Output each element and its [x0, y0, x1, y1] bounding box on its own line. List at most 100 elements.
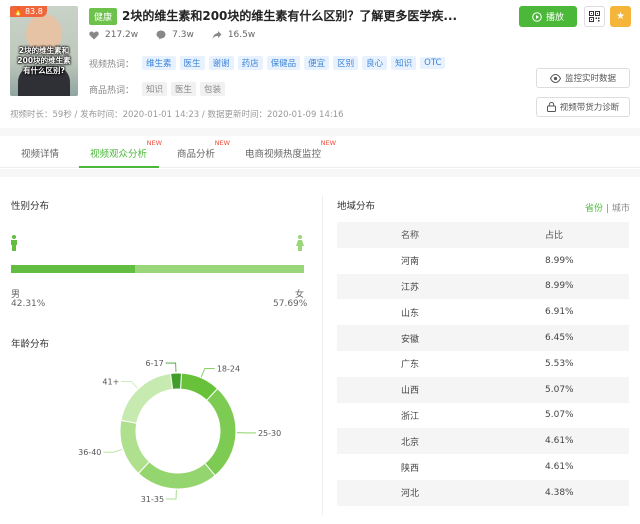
hot-word-chip[interactable]: 维生素	[142, 56, 176, 70]
region-name: 陕西	[401, 463, 420, 474]
age-leader-line	[200, 368, 215, 377]
age-leader-line	[165, 362, 177, 373]
hot-word-chip[interactable]: 区别	[333, 56, 359, 70]
gender-ratio-bar	[11, 265, 304, 273]
tab-label: 视频观众分析	[90, 149, 148, 160]
age-slice-36-40[interactable]	[119, 419, 151, 475]
region-name: 安徽	[401, 334, 420, 345]
favorite-button[interactable]: ★	[610, 6, 631, 27]
qr-code-button[interactable]	[584, 6, 605, 27]
region-name: 江苏	[401, 282, 420, 293]
region-name: 河南	[401, 257, 420, 268]
play-circle-icon	[532, 11, 542, 22]
comments-count: 7.3w	[172, 30, 194, 40]
video-meta: 视频时长：59秒 / 发布时间：2020-01-01 14:23 / 数据更新时…	[10, 110, 344, 120]
shares-count: 16.5w	[227, 30, 256, 40]
flame-icon: 🔥	[13, 7, 23, 16]
region-table: 名称 占比 河南 8.99% 江苏 8.99% 山东 6.91% 安徽 6.45% 广东…	[337, 222, 629, 506]
product-words-label: 商品热词：	[89, 85, 135, 96]
hot-words-label: 视频热词：	[89, 59, 135, 70]
region-share: 4.38%	[545, 487, 574, 498]
thumbnail-caption: 2块的维生素和 200块的维生素 有什么区别?	[17, 46, 71, 75]
new-badge: NEW	[146, 139, 163, 147]
section-spacer	[0, 169, 640, 177]
play-button[interactable]: 播放	[519, 6, 577, 27]
table-row: 河南 8.99%	[337, 248, 629, 274]
video-title[interactable]: 2块的维生素和200块的维生素有什么区别？了解更多医学疾...	[122, 7, 457, 24]
age-slice-41+[interactable]	[120, 372, 174, 424]
heart-icon	[89, 31, 99, 39]
female-icon	[296, 235, 304, 251]
hot-word-chip[interactable]: 谢谢	[208, 56, 234, 70]
region-share: 5.07%	[545, 384, 574, 395]
tab-product-analysis[interactable]: 商品分析 NEW	[177, 139, 230, 160]
table-row: 安徽 6.45%	[337, 325, 629, 351]
region-toggle: 省份 | 城市	[585, 201, 630, 214]
comment-icon	[156, 30, 166, 40]
product-word-chip[interactable]: 医生	[171, 82, 197, 96]
tab-audience-analysis[interactable]: 视频观众分析 NEW	[90, 139, 162, 160]
monitor-realtime-button[interactable]: 监控实时数据	[536, 68, 630, 88]
city-toggle[interactable]: 城市	[612, 204, 630, 214]
share-icon	[212, 31, 222, 39]
age-label: 41+	[102, 378, 119, 387]
table-row: 浙江 5.07%	[337, 403, 629, 429]
video-hot-words: 视频热词： 维生素 医生 谢谢 药店 保健品 便宜 区别 良心 知识 OTC	[89, 56, 446, 70]
age-label: 18-24	[217, 365, 240, 374]
toggle-separator: |	[605, 204, 609, 214]
column-header-share: 占比	[545, 231, 564, 242]
age-slice-25-30[interactable]	[204, 387, 237, 477]
product-word-chip[interactable]: 知识	[142, 82, 168, 96]
hot-word-chip[interactable]: 保健品	[266, 56, 301, 70]
column-divider	[322, 195, 323, 515]
plays-count: 217.2w	[105, 30, 139, 40]
hot-word-chip[interactable]: 良心	[362, 56, 388, 70]
active-tab-underline	[79, 166, 159, 168]
diagnose-button[interactable]: 视频带货力诊断	[536, 97, 630, 117]
tab-ecommerce-heat[interactable]: 电商视频热度监控 NEW	[245, 139, 336, 160]
analysis-tabs: 视频详情 视频观众分析 NEW 商品分析 NEW 电商视频热度监控 NEW	[0, 136, 640, 168]
table-row: 北京 4.61%	[337, 428, 629, 455]
star-icon: ★	[616, 11, 625, 22]
table-header: 名称 占比	[337, 222, 629, 248]
table-row: 广东 5.53%	[337, 351, 629, 377]
hot-score-badge: 🔥 83.8	[10, 6, 47, 17]
table-row: 陕西 4.61%	[337, 454, 629, 480]
hot-word-chip[interactable]: 知识	[391, 56, 417, 70]
hot-word-chip[interactable]: OTC	[420, 57, 446, 69]
region-section-title: 地域分布	[337, 201, 376, 212]
plays-stat: 217.2w	[89, 30, 138, 40]
region-share: 8.99%	[545, 281, 574, 292]
age-slice-6-17[interactable]	[170, 372, 183, 390]
region-share: 4.61%	[545, 462, 574, 473]
male-share-fill	[11, 265, 135, 273]
region-name: 山东	[401, 308, 420, 319]
new-badge: NEW	[320, 139, 337, 147]
qr-code-icon	[589, 11, 600, 22]
gender-section-title: 性别分布	[11, 201, 50, 212]
hot-word-chip[interactable]: 药店	[237, 56, 263, 70]
age-slice-31-35[interactable]	[137, 460, 216, 490]
region-share: 5.53%	[545, 358, 574, 369]
diagnose-label: 视频带货力诊断	[559, 103, 620, 113]
table-row: 江苏 8.99%	[337, 273, 629, 300]
column-header-name: 名称	[401, 231, 420, 242]
province-toggle[interactable]: 省份	[585, 204, 603, 214]
monitor-label: 监控实时数据	[564, 74, 616, 84]
region-name: 山西	[401, 386, 420, 397]
hot-word-chip[interactable]: 便宜	[304, 56, 330, 70]
table-row: 山东 6.91%	[337, 299, 629, 325]
region-name: 广东	[401, 360, 420, 371]
product-word-chip[interactable]: 包装	[200, 82, 226, 96]
video-thumbnail[interactable]: 2块的维生素和 200块的维生素 有什么区别? 🔥 83.8	[10, 6, 78, 96]
product-hot-words: 商品热词： 知识 医生 包装	[89, 82, 226, 96]
male-icon	[11, 235, 17, 251]
age-label: 36-40	[78, 448, 101, 457]
age-leader-line	[103, 449, 123, 453]
region-name: 浙江	[401, 411, 420, 422]
tab-video-details[interactable]: 视频详情	[21, 146, 59, 160]
video-stats: 217.2w 7.3w 16.5w	[89, 30, 255, 40]
hot-word-chip[interactable]: 医生	[179, 56, 205, 70]
age-donut-chart: 18-24 25-30 31-35 36-40 41+ 6-17	[78, 359, 281, 504]
lock-icon	[546, 102, 556, 112]
